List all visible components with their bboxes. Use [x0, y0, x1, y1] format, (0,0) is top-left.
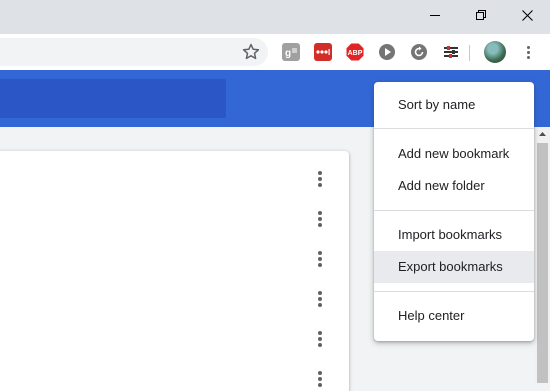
more-vert-icon[interactable] — [314, 329, 326, 349]
lastpass-icon[interactable] — [314, 43, 332, 61]
star-outline-icon[interactable] — [241, 42, 261, 62]
more-vert-icon[interactable] — [314, 249, 326, 269]
bookmarks-list-card — [0, 151, 349, 391]
close-window-button[interactable] — [504, 0, 550, 30]
svg-text:ABP: ABP — [348, 50, 363, 57]
toolbar-divider — [469, 45, 470, 61]
organize-menu: Sort by name Add new bookmark Add new fo… — [374, 82, 534, 341]
help-center-item[interactable]: Help center — [374, 300, 534, 332]
restore-icon — [475, 9, 486, 20]
profile-avatar-icon[interactable] — [484, 41, 506, 63]
restore-button[interactable] — [458, 0, 504, 30]
export-bookmarks-item[interactable]: Export bookmarks — [374, 251, 534, 283]
sort-by-name-item[interactable]: Sort by name — [374, 89, 534, 121]
scroll-up-arrow-icon[interactable] — [535, 127, 550, 141]
scrollbar-thumb[interactable] — [537, 143, 548, 383]
more-vert-icon[interactable] — [314, 369, 326, 389]
more-vert-icon[interactable] — [522, 42, 534, 62]
browser-toolbar — [0, 34, 550, 70]
close-icon — [521, 9, 533, 21]
equalizer-icon[interactable] — [442, 43, 460, 61]
more-vert-icon[interactable] — [314, 289, 326, 309]
import-bookmarks-item[interactable]: Import bookmarks — [374, 219, 534, 251]
minimize-icon — [430, 15, 440, 16]
google-plus-icon[interactable]: g — [282, 43, 300, 61]
add-new-bookmark-item[interactable]: Add new bookmark — [374, 138, 534, 170]
more-vert-icon[interactable] — [314, 209, 326, 229]
play-icon[interactable] — [378, 43, 396, 61]
search-bookmarks-bar[interactable] — [0, 79, 226, 118]
scrollbar[interactable] — [535, 127, 550, 383]
minimize-button[interactable] — [412, 0, 458, 30]
menu-divider — [374, 128, 534, 129]
add-new-folder-item[interactable]: Add new folder — [374, 170, 534, 202]
menu-divider — [374, 291, 534, 292]
address-bar[interactable] — [0, 38, 268, 66]
refresh-extension-icon[interactable] — [410, 43, 428, 61]
svg-text:g: g — [285, 48, 291, 59]
more-vert-icon[interactable] — [314, 169, 326, 189]
adblock-plus-icon[interactable]: ABP — [346, 43, 364, 61]
menu-divider — [374, 210, 534, 211]
title-bar — [0, 0, 550, 34]
